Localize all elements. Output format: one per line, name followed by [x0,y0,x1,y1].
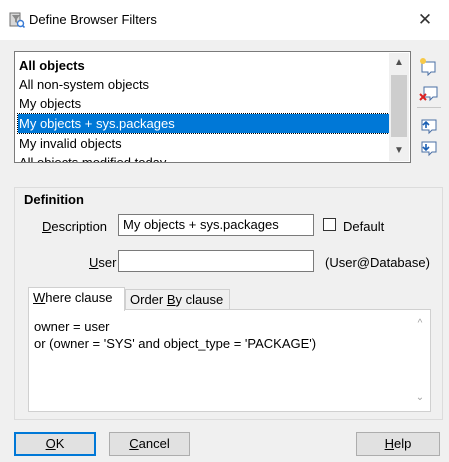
definition-group-label: Definition [22,192,86,207]
help-button[interactable]: Help [356,432,440,456]
list-item-selected[interactable]: My objects + sys.packages [17,113,390,134]
ok-button[interactable]: OK [14,432,96,456]
default-checkbox[interactable] [323,218,336,231]
move-down-icon[interactable] [418,139,440,159]
move-up-icon[interactable] [418,117,440,137]
scroll-down-icon[interactable]: ▼ [389,141,409,161]
scroll-up-icon[interactable]: ▲ [389,53,409,73]
where-clause-editor[interactable]: owner = user or (owner = 'SYS' and objec… [34,318,404,352]
window-title: Define Browser Filters [29,12,157,27]
description-label: Description [42,219,108,234]
user-hint: (User@Database) [325,255,430,270]
tab-order-by-clause[interactable]: Order By clause [125,289,230,311]
cancel-button[interactable]: Cancel [109,432,190,456]
list-item[interactable]: All objects modified today [19,153,166,162]
filter-funnel-icon [9,12,26,29]
tab-where-clause[interactable]: Where clause [28,287,125,311]
new-filter-icon[interactable] [418,56,440,77]
list-item[interactable]: My objects [19,94,81,113]
filter-list[interactable]: All objects All non-system objects My ob… [14,51,411,163]
clause-scrollbar[interactable]: ^ ⌄ [412,316,428,408]
description-field[interactable]: My objects + sys.packages [118,214,314,236]
close-button[interactable]: ✕ [413,9,437,31]
scroll-thumb[interactable] [391,75,407,137]
list-scrollbar[interactable]: ▲ ▼ [389,53,409,161]
list-item[interactable]: My invalid objects [19,134,122,153]
scroll-up-icon[interactable]: ^ [412,318,428,329]
delete-filter-icon[interactable] [418,84,440,104]
scroll-down-icon[interactable]: ⌄ [412,392,428,403]
user-field[interactable] [118,250,314,272]
user-label: User [89,255,117,270]
list-item[interactable]: All non-system objects [19,75,149,94]
tool-separator [417,107,441,108]
close-icon: ✕ [417,10,433,29]
list-item[interactable]: All objects [19,56,85,75]
default-label: Default [343,219,385,234]
